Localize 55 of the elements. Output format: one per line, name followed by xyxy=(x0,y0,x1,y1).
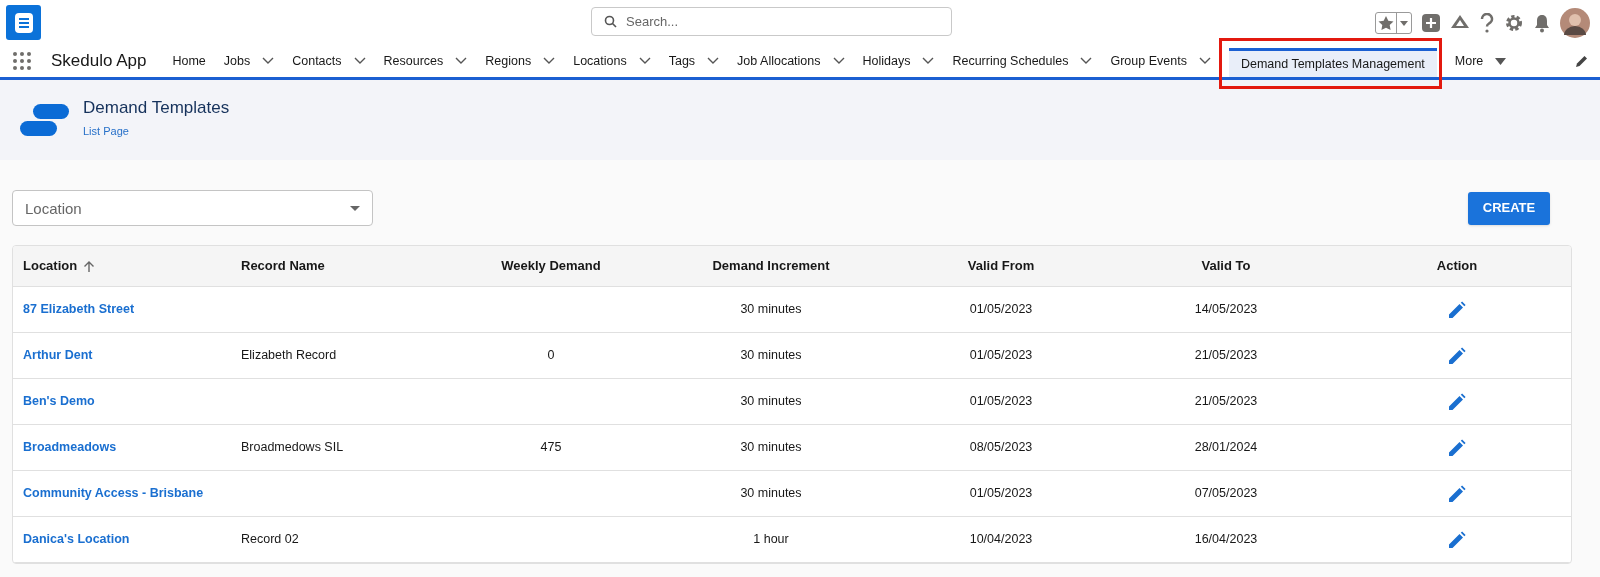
location-link[interactable]: Arthur Dent xyxy=(23,346,93,365)
table-cell-text: 30 minutes xyxy=(740,301,802,319)
table-cell-text: 21/05/2023 xyxy=(1194,347,1258,365)
table-cell-text: 30 minutes xyxy=(740,347,802,365)
nav-tab[interactable]: Contacts xyxy=(283,45,375,77)
nav-tab[interactable]: Resources xyxy=(374,45,477,77)
location-link[interactable]: 87 Elizabeth Street xyxy=(23,300,135,319)
location-dropdown[interactable]: Location xyxy=(12,190,373,226)
nav-tab[interactable]: Holidays xyxy=(853,45,944,77)
location-link[interactable]: Broadmeadows xyxy=(23,438,117,457)
table-cell-text: 16/04/2023 xyxy=(1194,531,1258,549)
breadcrumb-link[interactable]: List Page xyxy=(83,122,230,139)
nav-tab[interactable]: Regions xyxy=(476,45,565,77)
table-cell-text: Record 02 xyxy=(241,531,299,549)
table-cell-text: 475 xyxy=(540,439,562,457)
nav-tab[interactable]: Group Events xyxy=(1101,45,1220,77)
nav-tab[interactable]: Job Allocations xyxy=(728,45,854,77)
location-link[interactable]: Danica's Location xyxy=(23,530,130,549)
nav-tab[interactable]: Home xyxy=(163,45,215,77)
nav-tab[interactable]: Jobs xyxy=(214,45,284,77)
nav-tab[interactable]: Tags xyxy=(659,45,729,77)
column-header[interactable]: Valid To xyxy=(1201,256,1251,276)
table-cell-text: 08/05/2023 xyxy=(969,439,1033,457)
table-cell-text: 10/04/2023 xyxy=(969,531,1033,549)
table-cell-text: 21/05/2023 xyxy=(1194,393,1258,411)
table-cell-text: 14/05/2023 xyxy=(1194,301,1258,319)
column-header[interactable]: Demand Increment xyxy=(712,256,830,276)
table-cell-text: 0 xyxy=(547,347,555,365)
location-link[interactable]: Community Access - Brisbane xyxy=(23,484,204,503)
table-cell-text: Elizabeth Record xyxy=(241,347,337,365)
page-title: Demand Templates xyxy=(83,97,230,119)
table-cell-text: 01/05/2023 xyxy=(969,301,1033,319)
nav-tab[interactable]: Locations xyxy=(564,45,660,77)
table-cell-text: 1 hour xyxy=(753,531,789,549)
column-header[interactable]: Weekly Demand xyxy=(501,256,601,276)
table-cell-text: Broadmedows SIL xyxy=(241,439,344,457)
table-cell-text: 30 minutes xyxy=(740,439,802,457)
nav-tab[interactable]: Recurring Schedules xyxy=(943,45,1102,77)
app-name: Skedulo App xyxy=(51,50,147,73)
column-header[interactable]: Location xyxy=(23,256,78,276)
table-cell-text: 07/05/2023 xyxy=(1194,485,1258,503)
table-cell-text: 01/05/2023 xyxy=(969,485,1033,503)
nav-tab[interactable]: Demand Templates Management xyxy=(1228,48,1437,77)
table-cell-text: 28/01/2024 xyxy=(1194,439,1258,457)
column-header[interactable]: Record Name xyxy=(241,256,325,276)
table-cell-text: 01/05/2023 xyxy=(969,347,1033,365)
location-link[interactable]: Ben's Demo xyxy=(23,392,95,411)
search-field[interactable]: Search... xyxy=(591,7,952,36)
table-cell-text: 01/05/2023 xyxy=(969,393,1033,411)
nav-tab[interactable]: More xyxy=(1445,45,1516,77)
table-cell-text: 30 minutes xyxy=(740,393,802,411)
create-button[interactable]: CREATE xyxy=(1468,191,1550,225)
table-cell-text: 30 minutes xyxy=(740,485,802,503)
column-header[interactable]: Action xyxy=(1436,256,1478,276)
column-header[interactable]: Valid From xyxy=(967,256,1035,276)
